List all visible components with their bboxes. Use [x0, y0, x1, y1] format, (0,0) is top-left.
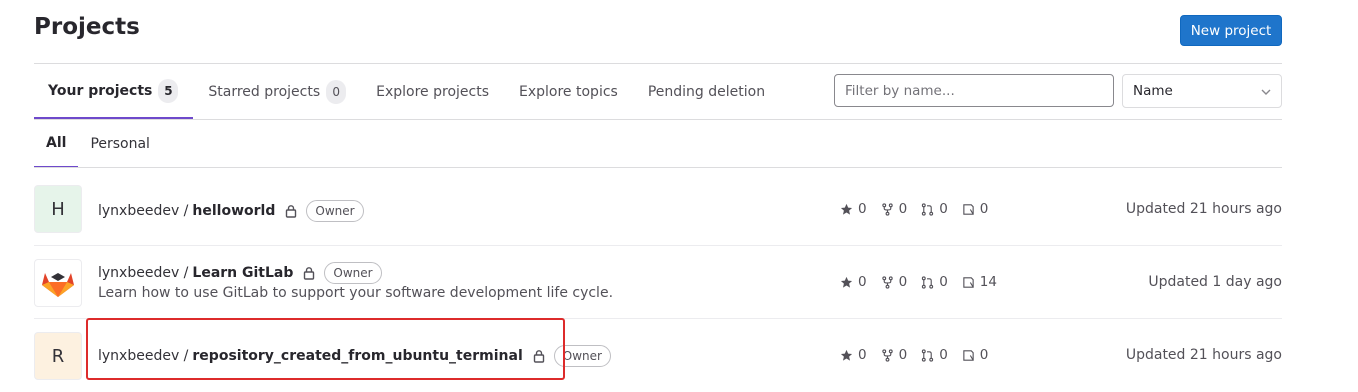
tab-label: Starred projects: [208, 83, 321, 100]
merge-request-icon: [922, 202, 934, 216]
lock-icon: [284, 204, 298, 218]
merge-request-icon: [922, 348, 934, 362]
tab-explore-projects[interactable]: Explore projects: [361, 64, 504, 119]
project-filter-subtabs: All Personal: [34, 120, 162, 168]
issues-icon: [963, 203, 974, 215]
project-row: H lynxbeedev / helloworld Owner 0 0 0 0 …: [34, 168, 1282, 246]
tab-label: Pending deletion: [647, 83, 766, 100]
star-icon: [840, 349, 853, 361]
star-count[interactable]: 0: [840, 347, 867, 363]
issue-count[interactable]: 0: [962, 347, 988, 363]
count-badge: 5: [158, 78, 179, 103]
new-project-button[interactable]: New project: [1180, 15, 1282, 46]
highlight-annotation-box: [86, 318, 565, 380]
project-stats: 0 0 0 0: [840, 347, 1002, 363]
project-name-link[interactable]: Learn GitLab: [192, 265, 293, 281]
star-icon: [840, 203, 853, 215]
project-row: lynxbeedev / Learn GitLab Owner Learn ho…: [34, 246, 1282, 319]
issues-icon: [963, 349, 974, 361]
project-tabs: Your projects 5 Starred projects 0 Explo…: [34, 64, 780, 119]
tab-starred-projects[interactable]: Starred projects 0: [193, 64, 361, 119]
project-name-link[interactable]: helloworld: [192, 203, 275, 219]
subtab-all[interactable]: All: [34, 120, 79, 168]
project-namespace[interactable]: lynxbeedev /: [98, 265, 188, 281]
star-count[interactable]: 0: [840, 201, 867, 217]
chevron-down-icon: [1261, 85, 1271, 98]
tab-label: Explore topics: [519, 83, 618, 100]
project-avatar[interactable]: H: [34, 185, 82, 233]
project-description: Learn how to use GitLab to support your …: [98, 285, 614, 301]
gitlab-logo-icon: [42, 273, 74, 297]
merge-request-count[interactable]: 0: [921, 201, 948, 217]
fork-count[interactable]: 0: [881, 274, 907, 290]
subtab-personal[interactable]: Personal: [78, 120, 162, 168]
lock-icon: [302, 266, 316, 280]
project-title: lynxbeedev / helloworld Owner: [98, 200, 364, 222]
sort-selected-value: Name: [1133, 83, 1173, 99]
tab-explore-topics[interactable]: Explore topics: [504, 64, 633, 119]
divider: [34, 119, 1282, 120]
tab-label: Explore projects: [376, 83, 490, 100]
project-stats: 0 0 0 0: [840, 201, 1002, 217]
updated-timestamp: Updated 1 day ago: [1148, 274, 1282, 290]
role-badge: Owner: [306, 200, 364, 222]
merge-request-count[interactable]: 0: [921, 347, 948, 363]
project-title: lynxbeedev / Learn GitLab Owner: [98, 262, 382, 284]
tab-pending-deletion[interactable]: Pending deletion: [633, 64, 780, 119]
merge-request-icon: [922, 275, 934, 289]
star-icon: [840, 276, 853, 288]
merge-request-count[interactable]: 0: [921, 274, 948, 290]
fork-icon: [881, 275, 893, 289]
fork-count[interactable]: 0: [881, 347, 907, 363]
filter-by-name-input[interactable]: [834, 74, 1114, 107]
issues-icon: [963, 276, 974, 288]
star-count[interactable]: 0: [840, 274, 867, 290]
updated-timestamp: Updated 21 hours ago: [1125, 201, 1282, 217]
project-namespace[interactable]: lynxbeedev /: [98, 203, 188, 219]
fork-icon: [881, 348, 893, 362]
page-title: Projects: [34, 14, 140, 40]
tab-your-projects[interactable]: Your projects 5: [34, 64, 194, 119]
fork-icon: [881, 202, 893, 216]
updated-timestamp: Updated 21 hours ago: [1125, 347, 1282, 363]
role-badge: Owner: [324, 262, 382, 284]
issue-count[interactable]: 14: [962, 274, 997, 290]
issue-count[interactable]: 0: [962, 201, 988, 217]
fork-count[interactable]: 0: [881, 201, 907, 217]
project-stats: 0 0 0 14: [840, 274, 1011, 290]
count-badge: 0: [326, 79, 347, 104]
project-avatar[interactable]: R: [34, 332, 82, 380]
tab-label: Your projects: [48, 82, 153, 99]
sort-dropdown[interactable]: Name: [1122, 74, 1282, 108]
project-avatar[interactable]: [34, 259, 82, 307]
